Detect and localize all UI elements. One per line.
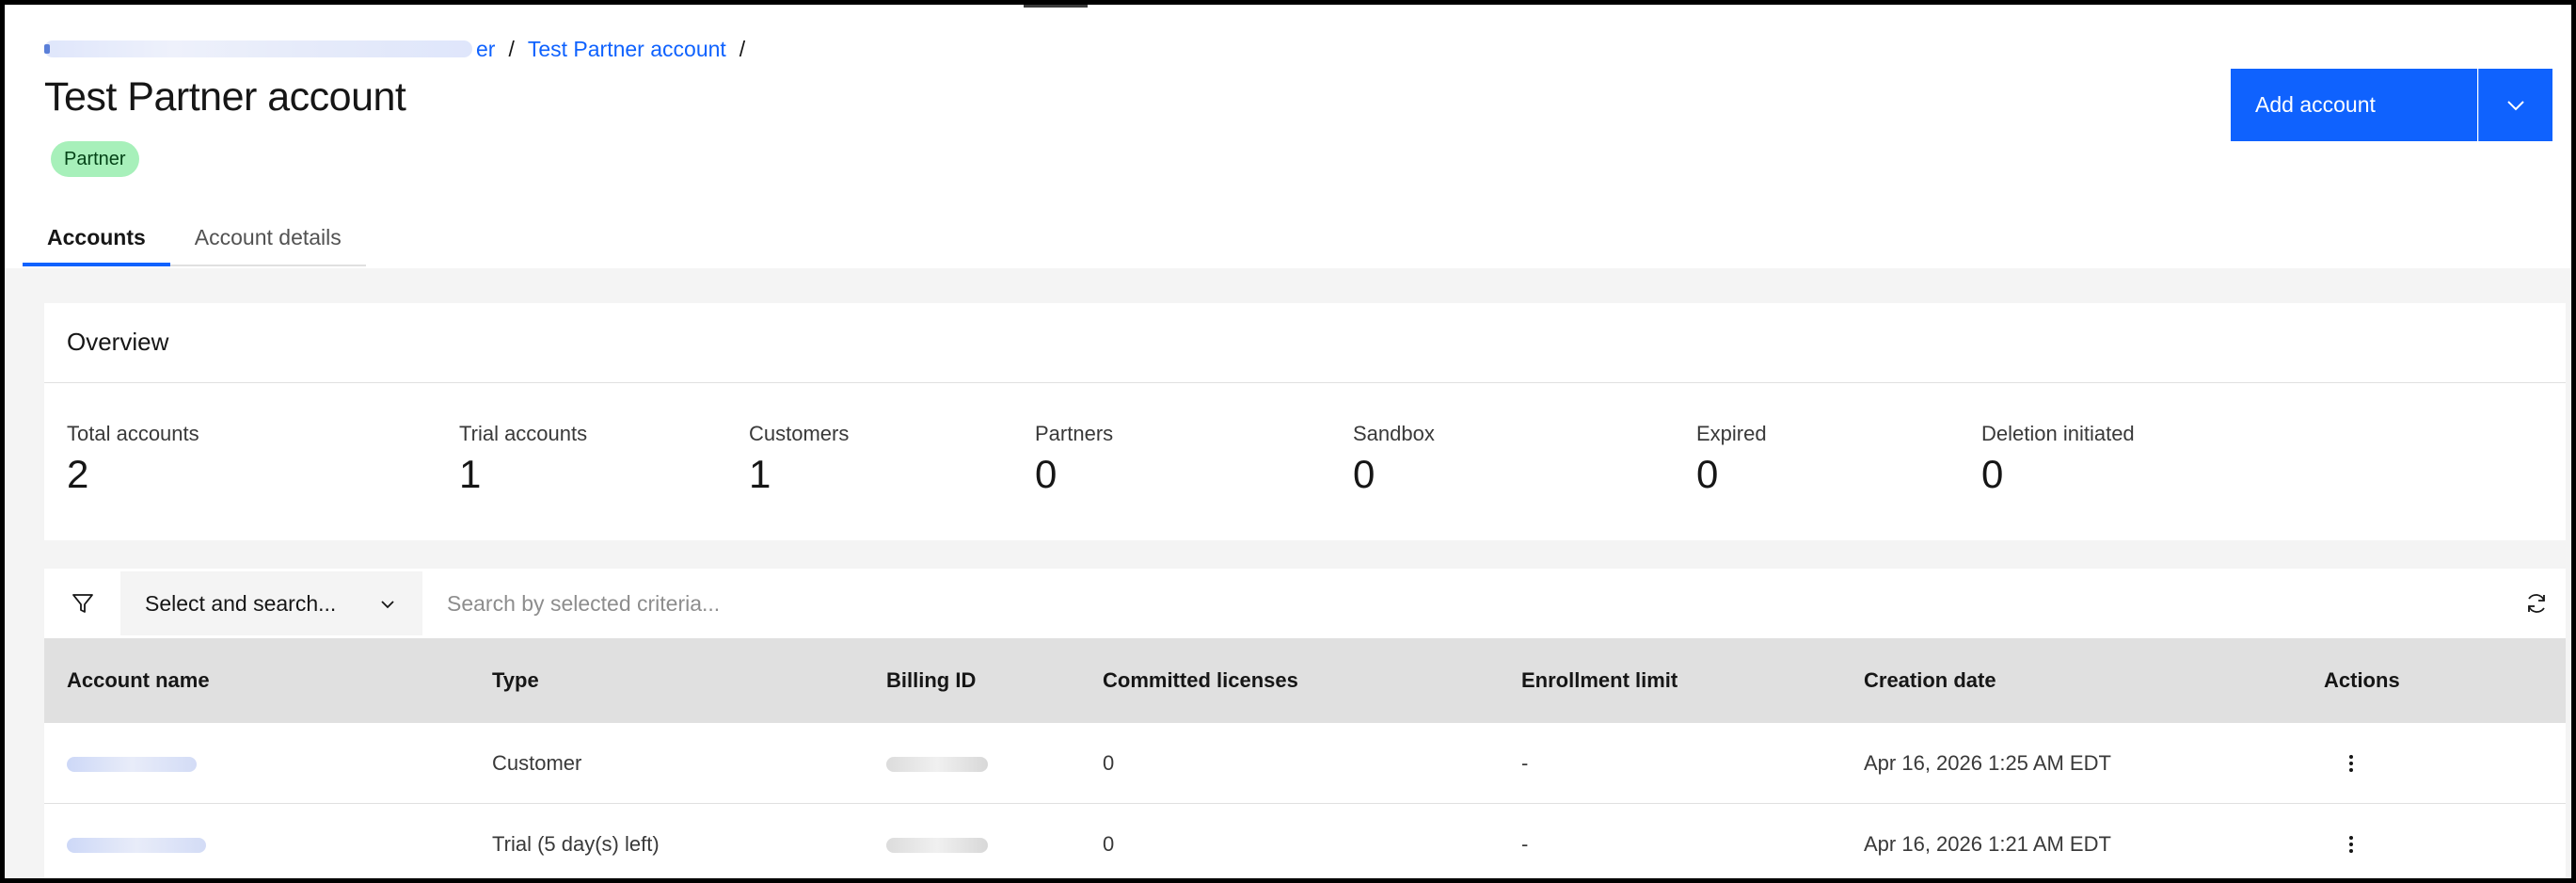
- stat-label: Trial accounts: [459, 422, 588, 445]
- redacted-billing-id: [886, 757, 988, 773]
- billing-id: [886, 723, 988, 804]
- overview-divider: [44, 382, 2566, 383]
- redacted-account-name: [67, 838, 206, 854]
- table-row: Customer 0 - Apr 16, 2026 1:25 AM EDT: [44, 723, 2566, 804]
- select-label: Select and search...: [145, 591, 337, 616]
- breadcrumb-item-parent-tail[interactable]: er: [476, 35, 495, 63]
- chevron-down-icon: [2507, 100, 2524, 110]
- table-toolbar: Select and search...: [44, 569, 2566, 638]
- stat-label: Total accounts: [67, 422, 199, 445]
- tab-accounts[interactable]: Accounts: [23, 212, 170, 266]
- column-header-creation-date: Creation date: [1864, 668, 1996, 692]
- breadcrumb-separator: /: [739, 37, 746, 61]
- screen-frame: er / Test Partner account / Test Partner…: [0, 0, 2576, 883]
- stat-label: Customers: [749, 422, 850, 445]
- window-notch: [1024, 5, 1088, 8]
- breadcrumb: er / Test Partner account /: [44, 35, 758, 63]
- column-header-account-name: Account name: [67, 668, 210, 692]
- stat-deletion-initiated: Deletion initiated 0: [1981, 421, 2135, 498]
- stat-value: 0: [1696, 452, 1719, 496]
- billing-id: [886, 804, 988, 878]
- creation-date: Apr 16, 2026 1:25 AM EDT: [1864, 751, 2111, 775]
- column-header-actions: Actions: [2324, 668, 2400, 692]
- accounts-table: Account name Type Billing ID Committed l…: [44, 638, 2566, 878]
- refresh-icon[interactable]: [2523, 590, 2550, 617]
- tab-account-details[interactable]: Account details: [170, 212, 366, 265]
- stat-value: 0: [1035, 452, 1057, 496]
- stat-label: Sandbox: [1353, 422, 1435, 445]
- table-row: Trial (5 day(s) left) 0 - Apr 16, 2026 1…: [44, 804, 2566, 878]
- chevron-down-icon: [381, 601, 394, 609]
- account-name-link[interactable]: [67, 804, 206, 878]
- partner-tag: Partner: [51, 141, 139, 177]
- stat-label: Expired: [1696, 422, 1767, 445]
- column-header-enrollment-limit: Enrollment limit: [1521, 668, 1678, 692]
- creation-date: Apr 16, 2026 1:21 AM EDT: [1864, 832, 2111, 856]
- stat-label: Partners: [1035, 422, 1114, 445]
- stat-expired: Expired 0: [1696, 421, 1767, 498]
- page-title: Test Partner account: [44, 74, 406, 120]
- stat-customers: Customers 1: [749, 421, 849, 498]
- stat-label: Deletion initiated: [1981, 422, 2135, 445]
- stat-value: 1: [749, 452, 771, 496]
- account-name-link[interactable]: [67, 723, 197, 804]
- overview-title: Overview: [67, 328, 169, 356]
- committed-licenses: 0: [1103, 751, 1115, 775]
- search-input[interactable]: [422, 571, 2511, 635]
- table-header: Account name Type Billing ID Committed l…: [44, 638, 2566, 723]
- overflow-menu-icon[interactable]: [2348, 754, 2354, 773]
- redacted-account-name: [67, 757, 197, 773]
- stat-partners: Partners 0: [1035, 421, 1113, 498]
- app-window: er / Test Partner account / Test Partner…: [5, 5, 2571, 878]
- account-type: Customer: [492, 751, 582, 775]
- account-type: Trial (5 day(s) left): [492, 832, 660, 856]
- filter-icon[interactable]: [71, 591, 95, 616]
- breadcrumb-separator: /: [508, 37, 515, 61]
- enrollment-limit: -: [1521, 832, 1529, 856]
- overview-card: Overview Total accounts 2 Trial accounts…: [44, 303, 2566, 540]
- enrollment-limit: -: [1521, 751, 1529, 775]
- search-criteria-select[interactable]: Select and search...: [120, 571, 422, 635]
- add-account-menu-button[interactable]: [2478, 69, 2552, 141]
- redacted-billing-id: [886, 838, 988, 854]
- stat-value: 0: [1353, 452, 1375, 496]
- column-header-committed-licenses: Committed licenses: [1103, 668, 1298, 692]
- overflow-menu-icon[interactable]: [2348, 835, 2354, 854]
- stat-trial-accounts: Trial accounts 1: [459, 421, 587, 498]
- add-account-button[interactable]: Add account: [2231, 69, 2477, 141]
- committed-licenses: 0: [1103, 832, 1115, 856]
- stat-sandbox: Sandbox 0: [1353, 421, 1435, 498]
- stat-total-accounts: Total accounts 2: [67, 421, 199, 498]
- column-header-billing-id: Billing ID: [886, 668, 977, 692]
- column-header-type: Type: [492, 668, 539, 692]
- stat-value: 2: [67, 452, 89, 496]
- breadcrumb-item-redacted[interactable]: [44, 40, 472, 57]
- stat-value: 1: [459, 452, 482, 496]
- tab-list: Accounts Account details: [23, 212, 366, 266]
- stat-value: 0: [1981, 452, 2004, 496]
- breadcrumb-item-current[interactable]: Test Partner account: [528, 35, 726, 63]
